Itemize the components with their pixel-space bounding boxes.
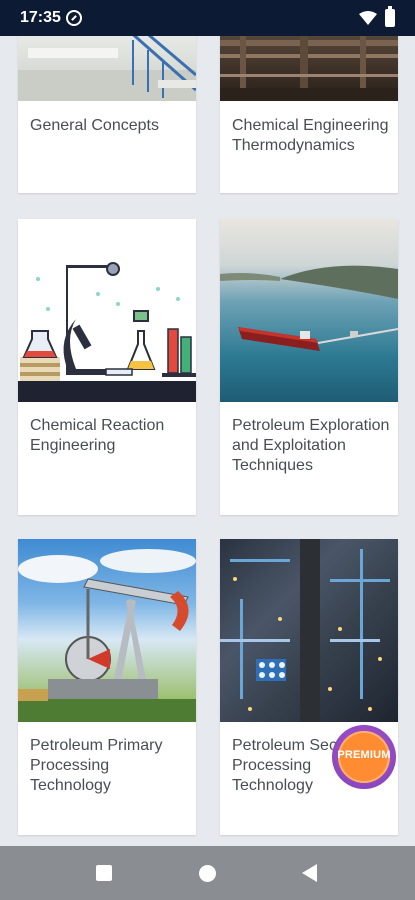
industrial-pipes-image <box>220 36 398 101</box>
course-card-secondary-processing[interactable]: Petroleum Secondary Processing Technolog… <box>220 539 398 835</box>
course-title: Petroleum Exploration and Exploitation T… <box>232 417 390 474</box>
premium-badge[interactable]: PREMIUM <box>332 725 396 789</box>
do-not-disturb-icon <box>66 10 82 26</box>
home-button[interactable] <box>199 865 216 882</box>
course-card-general-concepts[interactable]: General Concepts <box>18 36 196 193</box>
pipes-illustration-icon <box>220 36 398 101</box>
course-title: Chemical Reaction Engineering <box>30 417 165 454</box>
battery-icon <box>385 6 395 27</box>
laboratory-illustration-icon <box>18 262 196 402</box>
wifi-icon <box>359 11 377 25</box>
course-title: Petroleum Primary Processing Technology <box>30 737 163 794</box>
course-card-petroleum-exploration[interactable]: Petroleum Exploration and Exploitation T… <box>220 219 398 515</box>
stairs-illustration-icon <box>18 36 196 101</box>
status-bar: 17:35 <box>0 0 415 36</box>
refinery-image <box>220 539 398 722</box>
course-title: General Concepts <box>30 117 159 134</box>
oil-pump-jack-image <box>18 539 196 722</box>
recents-button[interactable] <box>96 865 112 881</box>
back-button[interactable] <box>302 864 317 882</box>
laboratory-image <box>18 219 196 402</box>
course-grid: General Concepts Chemical Engineering Th… <box>0 36 415 846</box>
industrial-stairs-image <box>18 36 196 101</box>
course-card-reaction-engineering[interactable]: Chemical Reaction Engineering <box>18 219 196 515</box>
course-card-thermodynamics[interactable]: Chemical Engineering Thermodynamics <box>220 36 398 193</box>
navigation-bar <box>0 846 415 900</box>
pump-jack-illustration-icon <box>18 549 196 722</box>
oil-tanker-illustration-icon <box>220 265 398 351</box>
premium-badge-label: PREMIUM <box>337 749 391 761</box>
course-card-primary-processing[interactable]: Petroleum Primary Processing Technology <box>18 539 196 835</box>
refinery-illustration-icon <box>220 539 390 722</box>
oil-tanker-image <box>220 219 398 402</box>
course-title: Chemical Engineering Thermodynamics <box>232 117 389 154</box>
status-time: 17:35 <box>20 9 61 26</box>
